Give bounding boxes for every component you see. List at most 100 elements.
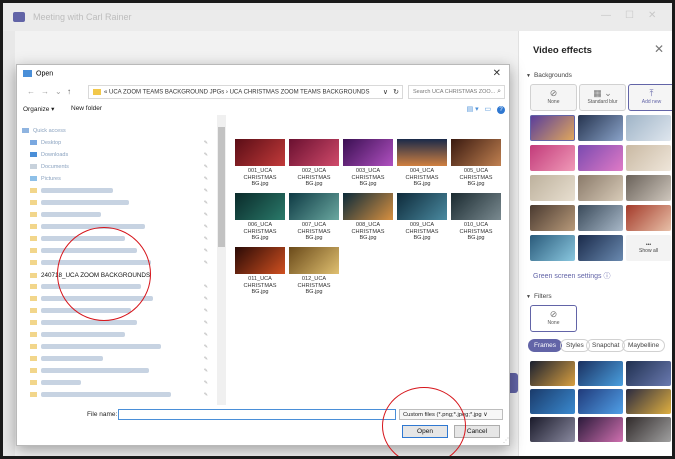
background-blur-option[interactable]: ▦ ⌄ Standard blur bbox=[579, 84, 626, 111]
file-thumbnail bbox=[451, 139, 501, 166]
file-item[interactable]: 011_UCA CHRISTMAS BG.jpg bbox=[235, 247, 285, 296]
background-thumbnail[interactable] bbox=[530, 175, 575, 201]
file-item[interactable]: 005_UCA CHRISTMAS BG.jpg bbox=[451, 139, 501, 188]
filter-thumbnail[interactable] bbox=[578, 361, 623, 386]
tree-item-folder[interactable]: ✎ bbox=[22, 320, 212, 329]
file-item[interactable]: 006_UCA CHRISTMAS BG.jpg bbox=[235, 193, 285, 242]
filter-tab-snapchat[interactable]: Snapchat bbox=[586, 339, 626, 352]
filter-thumbnail[interactable] bbox=[626, 361, 671, 386]
tree-item-folder[interactable]: ✎ bbox=[22, 200, 212, 209]
filter-tab-maybelline[interactable]: Maybelline bbox=[622, 339, 666, 352]
background-thumbnail[interactable] bbox=[578, 145, 623, 171]
show-all-backgrounds-button[interactable]: ••• Show all bbox=[626, 235, 671, 261]
background-thumbnail[interactable] bbox=[578, 115, 623, 141]
new-folder-button[interactable]: New folder bbox=[71, 105, 102, 112]
search-input[interactable]: Search UCA CHRISTMAS ZOO... ⌕ bbox=[408, 85, 505, 99]
file-thumbnail bbox=[451, 193, 501, 220]
tree-item-folder[interactable]: ✎ bbox=[22, 212, 212, 221]
file-item[interactable]: 008_UCA CHRISTMAS BG.jpg bbox=[343, 193, 393, 242]
pin-icon: ✎ bbox=[203, 284, 208, 290]
filter-thumbnail[interactable] bbox=[578, 389, 623, 414]
background-thumbnail[interactable] bbox=[530, 145, 575, 171]
file-thumbnail bbox=[289, 193, 339, 220]
search-icon: ⌕ bbox=[497, 88, 501, 95]
back-arrow-icon[interactable]: ← bbox=[27, 87, 35, 96]
tree-item-folder[interactable]: ✎ bbox=[22, 380, 212, 389]
pin-icon: ✎ bbox=[203, 368, 208, 374]
background-thumbnail[interactable] bbox=[578, 235, 623, 261]
background-thumbnail[interactable] bbox=[626, 145, 671, 171]
close-icon[interactable]: ✕ bbox=[654, 42, 664, 56]
tree-item-folder[interactable]: ✎ bbox=[22, 392, 212, 401]
dialog-close-icon[interactable]: ✕ bbox=[493, 68, 501, 79]
pin-icon: ✎ bbox=[203, 332, 208, 338]
chevron-down-icon[interactable]: ∨ bbox=[383, 88, 388, 96]
maximize-icon[interactable]: ☐ bbox=[625, 10, 634, 21]
recent-dropdown-icon[interactable]: ⌄ bbox=[55, 87, 62, 96]
tree-item-pictures[interactable]: Pictures ✎ bbox=[22, 176, 212, 185]
background-none-option[interactable]: ⊘ None bbox=[530, 84, 577, 111]
file-item[interactable]: 010_UCA CHRISTMAS BG.jpg bbox=[451, 193, 501, 242]
file-item[interactable]: 007_UCA CHRISTMAS BG.jpg bbox=[289, 193, 339, 242]
green-screen-settings-link[interactable]: Green screen settings ⓘ bbox=[533, 271, 610, 281]
tree-item-downloads[interactable]: Downloads ✎ bbox=[22, 152, 212, 161]
info-icon: ⓘ bbox=[603, 273, 611, 280]
filter-thumbnail[interactable] bbox=[530, 389, 575, 414]
filter-thumbnail[interactable] bbox=[530, 417, 575, 442]
file-name-input[interactable] bbox=[118, 409, 396, 420]
minimize-icon[interactable]: — bbox=[601, 10, 611, 21]
filter-tab-frames[interactable]: Frames bbox=[528, 339, 563, 352]
filters-section[interactable]: ▼ Filters bbox=[526, 293, 552, 300]
organize-menu[interactable]: Organize ▾ bbox=[23, 106, 54, 113]
scrollbar-thumb[interactable] bbox=[218, 127, 225, 247]
background-thumbnail[interactable] bbox=[530, 205, 575, 231]
file-thumbnail bbox=[343, 193, 393, 220]
resize-grip-icon[interactable]: ⋰ bbox=[503, 437, 509, 444]
preview-pane-icon[interactable]: ▭ bbox=[485, 106, 492, 113]
up-arrow-icon[interactable]: ↑ bbox=[67, 87, 71, 96]
file-item[interactable]: 002_UCA CHRISTMAS BG.jpg bbox=[289, 139, 339, 188]
redacted-folder-name bbox=[41, 356, 103, 362]
pin-icon: ✎ bbox=[203, 356, 208, 362]
tree-item-quick-access[interactable]: Quick access bbox=[22, 128, 212, 137]
tree-item-folder[interactable]: ✎ bbox=[22, 368, 212, 377]
tree-item-folder[interactable]: ✎ bbox=[22, 344, 212, 353]
folder-icon bbox=[93, 89, 101, 95]
tree-item-documents[interactable]: Documents ✎ bbox=[22, 164, 212, 173]
refresh-icon[interactable]: ↻ bbox=[393, 88, 399, 96]
backgrounds-section[interactable]: ▼ Backgrounds bbox=[526, 72, 572, 79]
folder-icon bbox=[23, 70, 32, 77]
background-thumbnail[interactable] bbox=[530, 235, 575, 261]
background-thumbnail[interactable] bbox=[626, 115, 671, 141]
add-new-background-button[interactable]: ⤒ Add new bbox=[628, 84, 672, 111]
background-thumbnail[interactable] bbox=[530, 115, 575, 141]
file-item[interactable]: 001_UCA CHRISTMAS BG.jpg bbox=[235, 139, 285, 188]
close-window-icon[interactable]: ✕ bbox=[648, 10, 656, 21]
background-thumbnail[interactable] bbox=[578, 205, 623, 231]
file-item[interactable]: 003_UCA CHRISTMAS BG.jpg bbox=[343, 139, 393, 188]
view-options-icon[interactable]: ▤ ▾ bbox=[467, 106, 479, 113]
background-thumbnail[interactable] bbox=[578, 175, 623, 201]
tree-item-folder[interactable]: ✎ bbox=[22, 356, 212, 365]
file-item[interactable]: 012_UCA CHRISTMAS BG.jpg bbox=[289, 247, 339, 296]
blur-icon: ▦ ⌄ bbox=[593, 88, 612, 98]
filter-thumbnail[interactable] bbox=[530, 361, 575, 386]
tree-item-folder[interactable]: ✎ bbox=[22, 332, 212, 341]
background-thumbnail[interactable] bbox=[626, 205, 671, 231]
file-item[interactable]: 009_UCA CHRISTMAS BG.jpg bbox=[397, 193, 447, 242]
background-thumbnail[interactable] bbox=[626, 175, 671, 201]
tree-scrollbar[interactable] bbox=[217, 115, 226, 405]
file-item[interactable]: 004_UCA CHRISTMAS BG.jpg bbox=[397, 139, 447, 188]
teams-logo-icon bbox=[13, 12, 25, 22]
filter-thumbnail[interactable] bbox=[626, 389, 671, 414]
filter-thumbnail[interactable] bbox=[578, 417, 623, 442]
filter-thumbnail[interactable] bbox=[626, 417, 671, 442]
tree-item-desktop[interactable]: Desktop ✎ bbox=[22, 140, 212, 149]
help-icon[interactable]: ? bbox=[497, 106, 505, 114]
filter-none-option[interactable]: ⊘ None bbox=[530, 305, 577, 332]
file-thumbnail bbox=[343, 139, 393, 166]
address-bar[interactable]: « UCA ZOOM TEAMS BACKGROUND JPGs › UCA C… bbox=[88, 85, 403, 99]
tree-item-folder[interactable]: ✎ bbox=[22, 188, 212, 197]
dialog-toolbar: Organize ▾ New folder ▤ ▾ ▭ ? bbox=[23, 105, 505, 117]
forward-arrow-icon[interactable]: → bbox=[41, 87, 49, 96]
